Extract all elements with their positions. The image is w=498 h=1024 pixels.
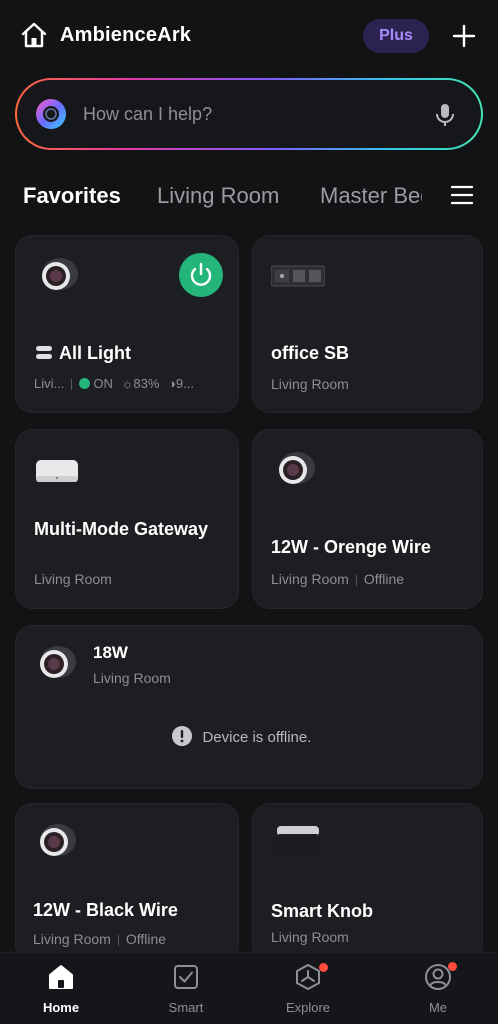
brightness-value: 83%	[133, 376, 160, 391]
offline-status: Offline	[125, 931, 167, 947]
switch-panel-icon	[271, 265, 325, 287]
downlight-icon	[42, 258, 78, 290]
room-tabs: Favorites Living Room Master Bedroom	[0, 175, 498, 215]
tab-master-bedroom-clip: Master Bedroom	[320, 175, 422, 215]
assistant-icon	[36, 99, 66, 129]
device-title: office SB	[271, 343, 350, 363]
menu-icon[interactable]	[451, 185, 473, 205]
device-title: Multi-Mode Gateway	[34, 519, 209, 539]
device-room: Living Room	[33, 931, 111, 947]
device-title: 18W	[93, 643, 128, 662]
device-card-18w[interactable]: 18W Living Room Device is offline.	[15, 625, 483, 789]
tab-living-room[interactable]: Living Room	[157, 183, 279, 209]
device-status-line: Living Room Offline	[271, 571, 404, 587]
device-card-black-wire[interactable]: 12W - Black Wire Living Room Offline	[15, 803, 239, 963]
offline-status: Offline	[363, 571, 405, 587]
search-input[interactable]: How can I help?	[83, 104, 212, 125]
alert-icon	[172, 726, 192, 746]
offline-message: Device is offline.	[202, 729, 312, 746]
downlight-icon	[279, 452, 315, 484]
app-header: AmbienceArk Plus	[0, 0, 498, 72]
plus-button[interactable]: Plus	[363, 19, 429, 53]
tab-master-bedroom[interactable]: Master Bedroom	[320, 183, 422, 209]
add-icon[interactable]	[452, 24, 476, 48]
assistant-search-bar[interactable]: How can I help?	[15, 78, 483, 150]
nav-label: Me	[428, 1000, 448, 1015]
device-room: Living Room	[93, 670, 171, 686]
device-card-gateway[interactable]: Multi-Mode Gateway Living Room	[15, 429, 239, 609]
offline-notice: Device is offline.	[172, 726, 311, 747]
brightness-icon: ☼	[121, 376, 134, 391]
downlight-icon	[40, 646, 76, 678]
nav-label: Home	[42, 1000, 80, 1015]
group-icon	[36, 346, 52, 359]
power-icon	[190, 262, 212, 286]
tab-favorites[interactable]: Favorites	[23, 183, 121, 209]
nav-label: Smart	[168, 1000, 204, 1015]
device-card-orenge-wire[interactable]: 12W - Orenge Wire Living Room Offline	[252, 429, 483, 609]
device-status-line: Livi... ON ☼83% ◑9...	[34, 376, 194, 391]
nav-smart[interactable]: Smart	[146, 963, 226, 1019]
device-title: Smart Knob	[271, 901, 374, 921]
smart-check-icon	[174, 965, 198, 989]
bottom-navigation: Home Smart Explore Me	[0, 952, 498, 1024]
downlight-icon	[40, 824, 76, 856]
gateway-icon	[36, 460, 78, 482]
home-icon[interactable]	[20, 22, 48, 48]
device-status-line: Living Room Offline	[33, 931, 166, 947]
power-button[interactable]	[179, 253, 223, 297]
device-room: Living Room	[34, 571, 112, 587]
notification-badge	[448, 962, 457, 971]
device-room: Living Room	[271, 571, 349, 587]
device-room: Livi...	[34, 376, 65, 391]
device-card-all-light[interactable]: All Light Livi... ON ☼83% ◑9...	[15, 235, 239, 413]
home-icon	[49, 965, 73, 989]
nav-explore[interactable]: Explore	[268, 963, 348, 1019]
device-room: Living Room	[271, 929, 349, 945]
nav-label: Explore	[285, 1000, 331, 1015]
color-temp-icon: ◑	[168, 376, 176, 391]
nav-me[interactable]: Me	[398, 962, 478, 1019]
on-status-icon	[79, 378, 91, 389]
mic-icon[interactable]	[434, 103, 456, 127]
smart-knob-icon	[277, 826, 319, 856]
device-room: Living Room	[271, 376, 349, 392]
device-title: 12W - Orenge Wire	[271, 537, 431, 557]
nav-home[interactable]: Home	[21, 963, 101, 1019]
power-status: ON	[93, 376, 113, 391]
device-title: All Light	[59, 343, 131, 363]
explore-icon	[296, 964, 320, 990]
device-card-smart-knob[interactable]: Smart Knob Living Room	[252, 803, 483, 963]
app-title: AmbienceArk	[60, 24, 192, 46]
notification-badge	[319, 963, 328, 972]
device-card-office-sb[interactable]: office SB Living Room	[252, 235, 483, 413]
color-temp-value: 9...	[175, 376, 194, 391]
device-title: 12W - Black Wire	[33, 900, 178, 920]
